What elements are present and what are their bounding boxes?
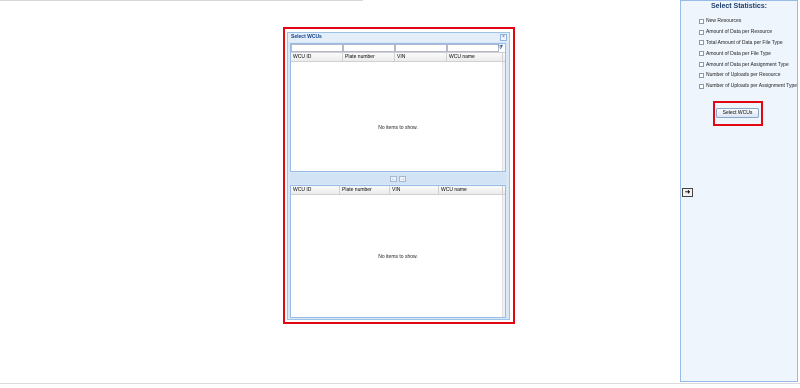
- filter-wcu-name-input[interactable]: [447, 44, 499, 52]
- empty-message: No items to show.: [378, 254, 418, 260]
- statistics-list: New Resources Amount of Data per Resourc…: [699, 16, 797, 92]
- arrow-right-icon[interactable]: ➜: [682, 188, 693, 197]
- filter-vin-input[interactable]: [395, 44, 447, 52]
- column-header-plate-number[interactable]: Plate number: [343, 53, 395, 62]
- stat-option-uploads-per-resource[interactable]: Number of Uploads per Resource: [699, 70, 797, 81]
- move-buttons-bar: ← →: [290, 173, 506, 184]
- panel-title: Select Statistics:: [710, 3, 768, 10]
- filter-wcu-id-input[interactable]: [291, 44, 343, 52]
- column-header-wcu-id[interactable]: WCU ID: [291, 186, 340, 195]
- selected-wcus-grid: WCU ID Plate number VIN WCU name No item…: [290, 185, 506, 318]
- column-header-vin[interactable]: VIN: [395, 53, 447, 62]
- top-divider: [0, 0, 363, 1]
- stat-option-label: Amount of Data per Assignment Type: [706, 61, 789, 68]
- dialog-title: Select WCUs: [291, 34, 322, 40]
- column-header-wcu-name[interactable]: WCU name: [439, 186, 503, 195]
- filter-plate-number-input[interactable]: [343, 44, 395, 52]
- select-wcus-dialog: Select WCUs × ⧩ WCU ID Plate number VIN …: [287, 32, 510, 320]
- scrollbar[interactable]: [502, 195, 505, 317]
- filter-icon[interactable]: ⧩: [497, 44, 504, 52]
- stat-option-uploads-per-assignment-type[interactable]: Number of Uploads per Assignment Type: [699, 81, 797, 92]
- bottom-divider: [0, 383, 800, 384]
- checkbox[interactable]: [699, 51, 704, 57]
- stat-option-data-per-resource[interactable]: Amount of Data per Resource: [699, 27, 797, 38]
- checkbox[interactable]: [699, 72, 704, 78]
- stat-option-label: Amount of Data per File Type: [706, 50, 771, 57]
- column-header-wcu-name[interactable]: WCU name: [447, 53, 503, 62]
- stat-option-data-per-file-type[interactable]: Amount of Data per File Type: [699, 48, 797, 59]
- column-header-plate-number[interactable]: Plate number: [340, 186, 390, 195]
- filter-row: ⧩: [291, 44, 505, 53]
- stat-option-label: Amount of Data per Resource: [706, 29, 773, 36]
- checkbox[interactable]: [699, 40, 704, 46]
- grid-header-row: WCU ID Plate number VIN WCU name: [291, 53, 505, 62]
- stat-option-data-per-assignment-type[interactable]: Amount of Data per Assignment Type: [699, 59, 797, 70]
- move-right-button[interactable]: →: [399, 175, 406, 182]
- stat-option-label: Number of Uploads per Resource: [706, 72, 781, 79]
- grid-header-row: WCU ID Plate number VIN WCU name: [291, 186, 505, 195]
- column-header-vin[interactable]: VIN: [390, 186, 439, 195]
- column-header-wcu-id[interactable]: WCU ID: [291, 53, 343, 62]
- select-wcus-button[interactable]: Select WCUs: [716, 108, 759, 118]
- scrollbar[interactable]: [502, 62, 505, 171]
- stat-option-total-data-per-file-type[interactable]: Total Amount of Data per File Type: [699, 38, 797, 49]
- dialog-header: Select WCUs ×: [288, 33, 509, 42]
- stat-option-label: New Resources: [706, 18, 742, 25]
- empty-message: No items to show.: [378, 125, 418, 131]
- available-wcus-grid: ⧩ WCU ID Plate number VIN WCU name No it…: [290, 43, 506, 172]
- checkbox[interactable]: [699, 29, 704, 35]
- checkbox[interactable]: [699, 62, 704, 68]
- statistics-panel: Select Statistics: New Resources Amount …: [680, 0, 798, 382]
- move-left-button[interactable]: ←: [390, 175, 397, 182]
- checkbox[interactable]: [699, 18, 704, 24]
- stat-option-label: Total Amount of Data per File Type: [706, 39, 783, 46]
- close-icon[interactable]: ×: [500, 34, 507, 41]
- checkbox[interactable]: [699, 83, 704, 89]
- stat-option-label: Number of Uploads per Assignment Type: [706, 83, 798, 90]
- stat-option-new-resources[interactable]: New Resources: [699, 16, 797, 27]
